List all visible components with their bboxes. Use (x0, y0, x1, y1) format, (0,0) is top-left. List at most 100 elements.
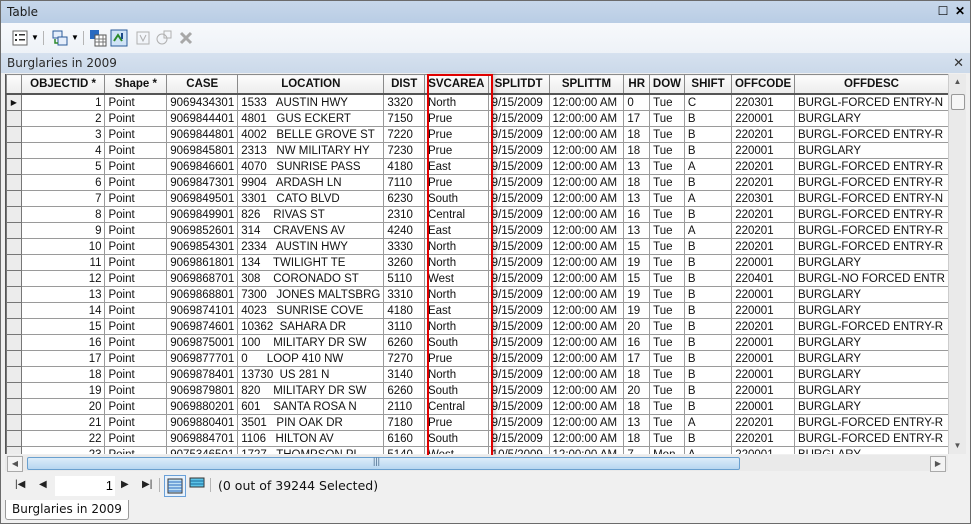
table-row[interactable]: 3 Point 9069844801 4002 BELLE GROVE ST 7220 P… (6, 126, 949, 143)
row-selector[interactable] (6, 206, 22, 223)
cell-case[interactable]: 9069861801 (166, 254, 239, 271)
table-row[interactable]: 9 Point 9069852601 314 CRAVENS AV 4240 East 9/… (6, 222, 949, 239)
cell-svcarea[interactable]: West (423, 446, 489, 454)
cell-dist[interactable]: 2310 (383, 206, 425, 223)
cell-shape[interactable]: Point (104, 302, 168, 319)
cell-svcarea[interactable]: South (423, 382, 489, 399)
cell-shape[interactable]: Point (104, 366, 168, 383)
cell-splitdt[interactable]: 9/15/2009 (487, 93, 550, 111)
cell-location[interactable]: 100 MILITARY DR SW (237, 334, 385, 351)
cell-dow[interactable]: Tue (649, 302, 685, 319)
cell-svcarea[interactable]: South (423, 190, 489, 207)
cell-dow[interactable]: Mon (649, 446, 685, 454)
cell-svcarea[interactable]: Prue (423, 126, 489, 143)
cell-dow[interactable]: Tue (649, 174, 685, 191)
cell-splittm[interactable]: 12:00:00 AM (548, 158, 625, 175)
cell-case[interactable]: 9069868701 (166, 270, 239, 287)
cell-objectid[interactable]: 4 (20, 142, 106, 159)
cell-shift[interactable]: B (683, 270, 733, 287)
cell-offcode[interactable]: 220201 (731, 158, 795, 175)
last-record-icon[interactable]: ▶| (142, 479, 152, 490)
column-header-svcarea[interactable]: SVCAREA (423, 74, 489, 95)
table-row[interactable]: 8 Point 9069849901 826 RIVAS ST 2310 Central 9… (6, 206, 949, 223)
row-selector[interactable] (6, 446, 22, 454)
cell-splittm[interactable]: 12:00:00 AM (548, 446, 625, 454)
cell-objectid[interactable]: 23 (20, 446, 106, 454)
cell-offcode[interactable]: 220201 (731, 318, 795, 335)
cell-shift[interactable]: B (683, 206, 733, 223)
cell-offdesc[interactable]: BURGL-FORCED ENTRY-R (793, 126, 949, 143)
table-row[interactable]: 10 Point 9069854301 2334 AUSTIN HWY 3330 Nort… (6, 238, 949, 255)
cell-case[interactable]: 9069880201 (166, 398, 239, 415)
cell-objectid[interactable]: 1 (20, 93, 106, 111)
scroll-up-icon[interactable]: ▲ (949, 74, 966, 90)
cell-hr[interactable]: 20 (623, 318, 651, 335)
cell-objectid[interactable]: 8 (20, 206, 106, 223)
cell-location[interactable]: 4002 BELLE GROVE ST (237, 126, 385, 143)
cell-offcode[interactable]: 220201 (731, 222, 795, 239)
row-selector[interactable] (6, 110, 22, 127)
row-selector[interactable] (6, 126, 22, 143)
cell-offdesc[interactable]: BURGLARY (793, 446, 949, 454)
cell-objectid[interactable]: 2 (20, 110, 106, 127)
cell-location[interactable]: 1727 THOMPSON PL (237, 446, 385, 454)
cell-splittm[interactable]: 12:00:00 AM (548, 142, 625, 159)
cell-objectid[interactable]: 19 (20, 382, 106, 399)
cell-dow[interactable]: Tue (649, 382, 685, 399)
cell-objectid[interactable]: 20 (20, 398, 106, 415)
cell-location[interactable]: 1106 HILTON AV (237, 430, 385, 447)
cell-dow[interactable]: Tue (649, 270, 685, 287)
row-selector[interactable] (6, 302, 22, 319)
cell-shape[interactable]: Point (104, 414, 168, 431)
table-row[interactable]: 6 Point 9069847301 9904 ARDASH LN 7110 Prue 9/… (6, 174, 949, 191)
cell-offdesc[interactable]: BURGL-FORCED ENTRY-N (793, 93, 949, 111)
cell-hr[interactable]: 13 (623, 222, 651, 239)
cell-splittm[interactable]: 12:00:00 AM (548, 350, 625, 367)
cell-svcarea[interactable]: East (423, 222, 489, 239)
cell-shape[interactable]: Point (104, 222, 168, 239)
cell-dist[interactable]: 7230 (383, 142, 425, 159)
cell-location[interactable]: 9904 ARDASH LN (237, 174, 385, 191)
cell-hr[interactable]: 18 (623, 398, 651, 415)
cell-dow[interactable]: Tue (649, 158, 685, 175)
cell-location[interactable]: 314 CRAVENS AV (237, 222, 385, 239)
close-icon[interactable]: ✕ (953, 4, 967, 18)
cell-offdesc[interactable]: BURGLARY (793, 142, 949, 159)
cell-shift[interactable]: A (683, 158, 733, 175)
cell-svcarea[interactable]: Prue (423, 110, 489, 127)
cell-dist[interactable]: 7110 (383, 174, 425, 191)
column-header-dow[interactable]: DOW (649, 74, 685, 95)
cell-case[interactable]: 9069852601 (166, 222, 239, 239)
cell-offcode[interactable]: 220001 (731, 334, 795, 351)
column-header-splittm[interactable]: SPLITTM (548, 74, 625, 95)
cell-location[interactable]: 134 TWILIGHT TE (237, 254, 385, 271)
related-tables-dropdown-icon[interactable]: ▼ (71, 33, 79, 42)
cell-splitdt[interactable]: 9/15/2009 (487, 350, 550, 367)
cell-hr[interactable]: 19 (623, 302, 651, 319)
column-header-objectid[interactable]: OBJECTID * (20, 74, 106, 95)
cell-offdesc[interactable]: BURGL-FORCED ENTRY-R (793, 174, 949, 191)
cell-offcode[interactable]: 220201 (731, 414, 795, 431)
cell-shift[interactable]: C (683, 93, 733, 111)
cell-dist[interactable]: 3110 (383, 318, 425, 335)
row-selector[interactable] (6, 350, 22, 367)
cell-dist[interactable]: 3260 (383, 254, 425, 271)
cell-svcarea[interactable]: Prue (423, 414, 489, 431)
cell-offdesc[interactable]: BURGLARY (793, 334, 949, 351)
cell-offcode[interactable]: 220201 (731, 238, 795, 255)
cell-svcarea[interactable]: South (423, 334, 489, 351)
cell-dow[interactable]: Tue (649, 206, 685, 223)
column-header-shift[interactable]: SHIFT (683, 74, 733, 95)
cell-dow[interactable]: Tue (649, 398, 685, 415)
table-options-icon[interactable] (11, 29, 29, 47)
current-record-input[interactable]: 1 (55, 476, 115, 496)
cell-shift[interactable]: A (683, 414, 733, 431)
cell-objectid[interactable]: 12 (20, 270, 106, 287)
cell-case[interactable]: 9069854301 (166, 238, 239, 255)
cell-svcarea[interactable]: Prue (423, 174, 489, 191)
cell-splittm[interactable]: 12:00:00 AM (548, 206, 625, 223)
cell-shift[interactable]: B (683, 382, 733, 399)
maximize-icon[interactable]: ☐ (936, 4, 950, 18)
cell-splitdt[interactable]: 9/15/2009 (487, 206, 550, 223)
cell-shape[interactable]: Point (104, 446, 168, 454)
